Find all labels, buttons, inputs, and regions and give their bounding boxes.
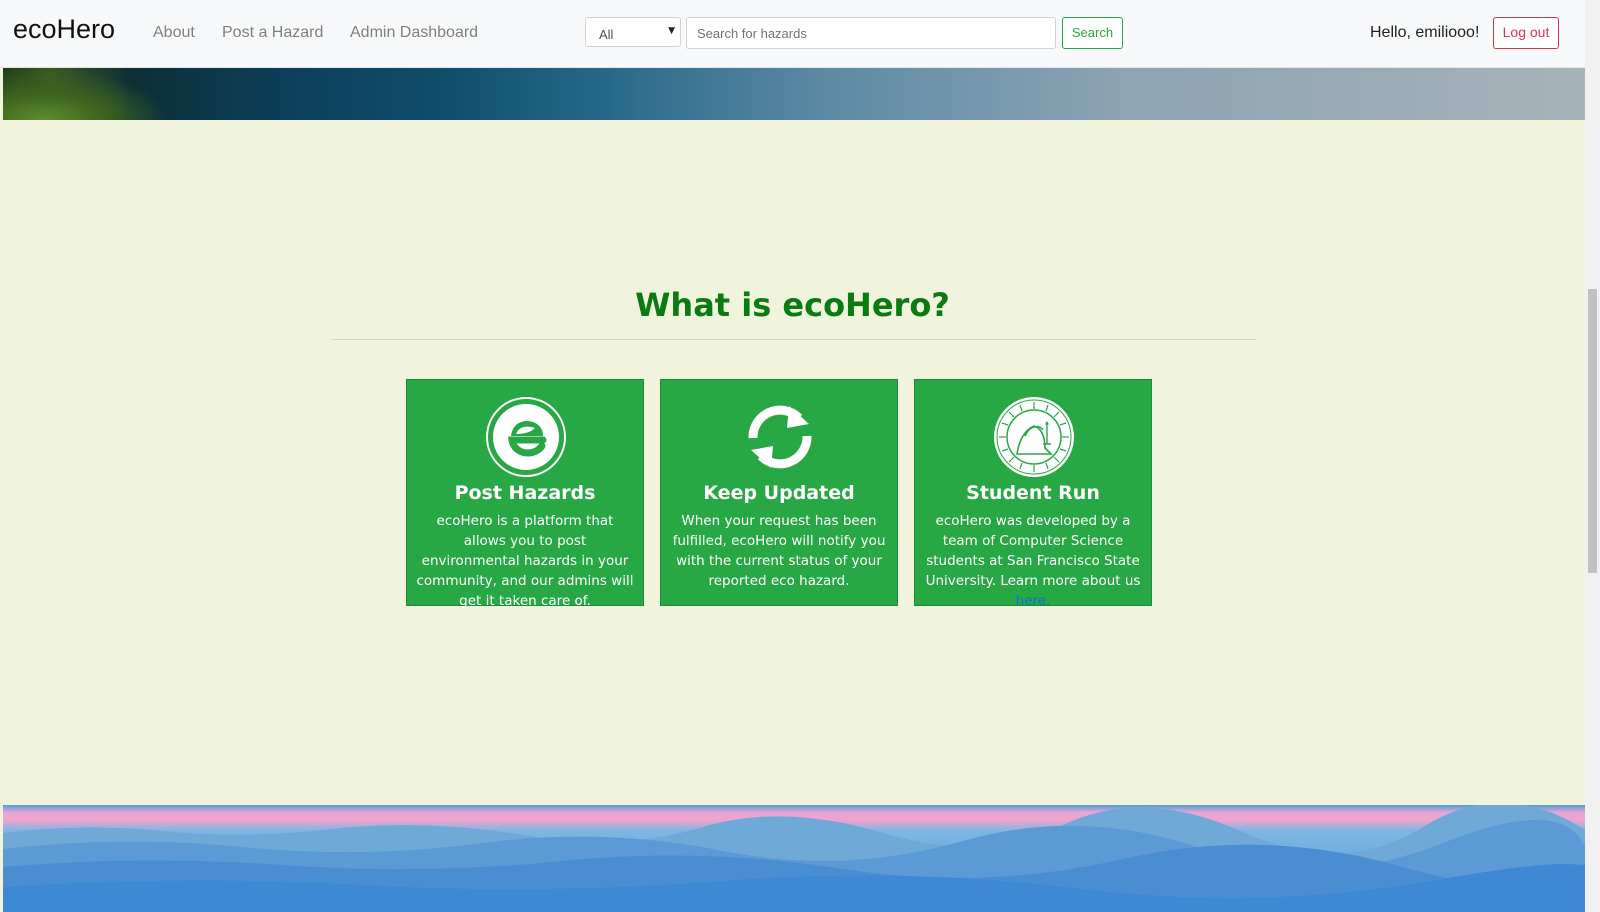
refresh-icon	[739, 396, 821, 478]
chevron-down-icon: ▼	[668, 26, 675, 36]
page-scrollbar[interactable]	[1585, 0, 1600, 912]
navbar: ecoHero About Post a Hazard Admin Dashbo…	[0, 0, 1585, 68]
card-student-run: Student Run ecoHero was developed by a t…	[914, 379, 1152, 609]
hero-image-top	[3, 67, 1585, 120]
card-description: When your request has been fulfilled, ec…	[672, 513, 886, 589]
card-title: Keep Updated	[703, 482, 855, 504]
category-select[interactable]: All ▼	[585, 17, 681, 47]
sfsu-seal-icon	[993, 396, 1075, 478]
nav-link-about[interactable]: About	[153, 24, 195, 42]
search-input[interactable]	[686, 17, 1056, 49]
card-description: ecoHero was developed by a team of Compu…	[924, 511, 1142, 611]
card-title: Post Hazards	[454, 482, 596, 504]
brand-logo[interactable]: ecoHero	[13, 14, 115, 45]
section-title: What is ecoHero?	[635, 286, 950, 324]
hero-image-bottom	[3, 805, 1585, 912]
nav-link-admin-dashboard[interactable]: Admin Dashboard	[350, 24, 478, 42]
card-keep-updated: Keep Updated When your request has been …	[660, 379, 898, 606]
ecohero-logo-icon	[485, 396, 567, 478]
card-description-text: ecoHero was developed by a team of Compu…	[925, 513, 1141, 589]
nav-link-post-hazard[interactable]: Post a Hazard	[222, 24, 323, 42]
search-button[interactable]: Search	[1062, 17, 1123, 49]
category-select-value: All	[599, 27, 614, 42]
card-post-hazards: Post Hazards ecoHero is a platform that …	[406, 379, 644, 609]
user-greeting: Hello, emiliooo!	[1370, 24, 1480, 41]
hero-cliff	[3, 67, 168, 120]
learn-more-link[interactable]: here.	[1016, 593, 1051, 609]
scrollbar-thumb[interactable]	[1588, 289, 1597, 573]
card-title: Student Run	[966, 482, 1100, 504]
card-description: ecoHero is a platform that allows you to…	[416, 513, 634, 609]
section-divider	[331, 339, 1256, 340]
logout-button[interactable]: Log out	[1493, 17, 1559, 49]
